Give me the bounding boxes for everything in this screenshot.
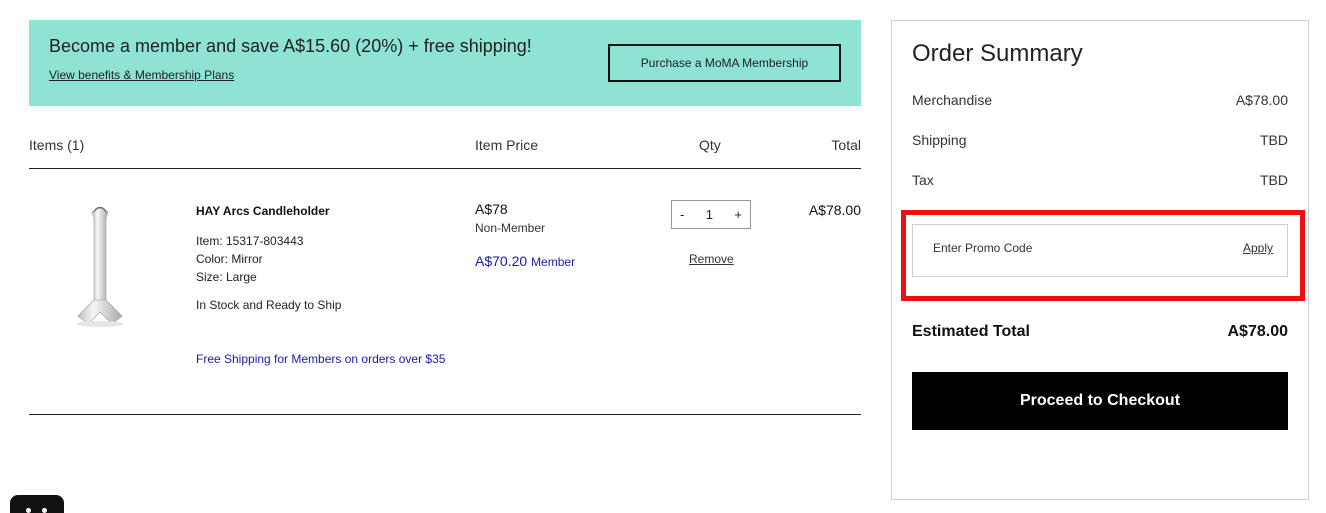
purchase-membership-button[interactable]: Purchase a MoMA Membership (608, 44, 841, 82)
candleholder-image[interactable] (70, 204, 130, 330)
estimated-total-label: Estimated Total (912, 323, 1030, 340)
item-price-header: Item Price (475, 137, 539, 153)
product-name[interactable]: HAY Arcs Candleholder (196, 204, 330, 218)
items-header: Items (1) (29, 137, 85, 153)
promo-apply-button[interactable]: Apply (1243, 241, 1273, 255)
summary-row-merchandise: Merchandise A$78.00 (912, 92, 1288, 108)
summary-row-shipping: Shipping TBD (912, 132, 1288, 148)
member-label: Member (531, 255, 576, 269)
total-header: Total (831, 137, 861, 153)
line-total: A$78.00 (808, 202, 861, 218)
chat-icon[interactable] (10, 495, 64, 513)
member-shipping-note: Free Shipping for Members on orders over… (196, 352, 446, 366)
product-sku: Item: 15317-803443 (196, 234, 304, 248)
promo-code-input[interactable] (933, 241, 1183, 255)
qty-value[interactable]: 1 (706, 207, 713, 222)
summary-value: TBD (1260, 132, 1288, 148)
header-divider (29, 168, 861, 169)
proceed-to-checkout-button[interactable]: Proceed to Checkout (912, 372, 1288, 430)
product-size: Size: Large (196, 270, 257, 284)
member-price: A$70.20 Member (475, 253, 575, 269)
qty-decrease-button[interactable]: - (680, 207, 684, 222)
qty-increase-button[interactable]: + (734, 207, 742, 222)
summary-value: TBD (1260, 172, 1288, 188)
quantity-stepper: - 1 + (671, 200, 751, 229)
item-price: A$78 (475, 201, 508, 217)
membership-benefits-link[interactable]: View benefits & Membership Plans (49, 68, 234, 82)
estimated-total-value: A$78.00 (1227, 323, 1289, 340)
product-color: Color: Mirror (196, 252, 263, 266)
qty-header: Qty (699, 137, 721, 153)
summary-label: Tax (912, 172, 934, 188)
stock-status: In Stock and Ready to Ship (196, 298, 342, 312)
order-summary-panel: Order Summary Merchandise A$78.00 Shippi… (891, 20, 1309, 500)
chat-dot (42, 508, 47, 513)
non-member-label: Non-Member (475, 221, 546, 235)
items-footer-divider (29, 414, 861, 415)
summary-label: Shipping (912, 132, 967, 148)
estimated-total: Estimated Total A$78.00 (912, 323, 1288, 341)
remove-item-link[interactable]: Remove (689, 252, 734, 266)
member-price-value: A$70.20 (475, 253, 528, 269)
order-summary-title: Order Summary (912, 40, 1083, 67)
chat-dot (26, 508, 31, 513)
summary-row-tax: Tax TBD (912, 172, 1288, 188)
membership-banner: Become a member and save A$15.60 (20%) +… (29, 20, 861, 106)
banner-title: Become a member and save A$15.60 (20%) +… (49, 36, 532, 56)
summary-label: Merchandise (912, 92, 993, 108)
summary-value: A$78.00 (1235, 92, 1288, 108)
promo-code-box: Apply (912, 224, 1288, 277)
